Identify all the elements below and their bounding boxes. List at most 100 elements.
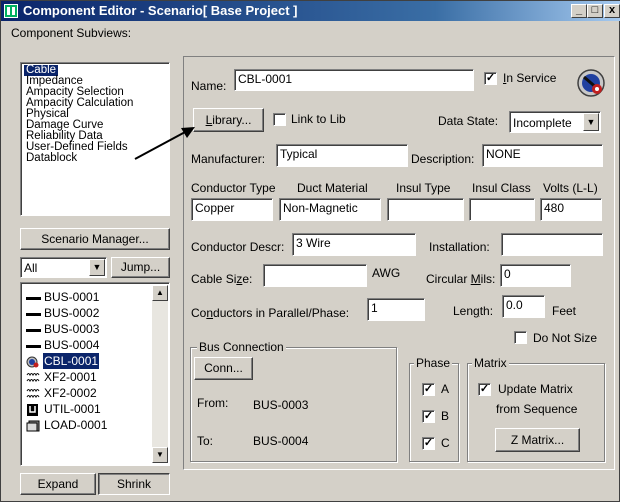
update-matrix-label: Update Matrix [498,382,573,396]
cable-icon [576,68,606,101]
do-not-size-checkbox[interactable] [514,331,527,344]
shrink-button[interactable]: Shrink [98,473,170,495]
duct-material-field[interactable]: Non-Magnetic [279,198,381,221]
tree-item-label: XF2-0002 [44,386,97,400]
phase-b-checkbox[interactable]: ✓ [422,410,435,423]
insul-class-field[interactable] [469,198,535,221]
phase-a-checkbox[interactable]: ✓ [422,383,435,396]
phase-title: Phase [414,356,453,370]
conductors-parallel-field[interactable]: 1 [367,298,425,321]
maximize-button[interactable]: □ [587,4,603,18]
data-state-label: Data State: [438,114,499,128]
phase-b-label: B [441,409,450,423]
expand-button[interactable]: Expand [20,473,96,495]
manufacturer-label: Manufacturer: [191,152,266,166]
tree-item[interactable]: BUS-0003 [21,321,151,337]
from-sequence-label: from Sequence [496,402,578,416]
conductors-parallel-label: Conductors in Parallel/Phase: [191,306,350,320]
tree-item-label: BUS-0004 [44,338,100,352]
conductor-type-label: Conductor Type [191,181,276,195]
tree-item-label: BUS-0003 [44,322,100,336]
in-service-label: In Service [503,71,557,85]
annotation-arrow-icon [134,127,195,160]
z-matrix-button[interactable]: Z Matrix... [495,428,580,452]
from-label: From: [197,396,229,410]
conn-button[interactable]: Conn... [194,357,253,380]
app-icon [4,4,18,18]
phase-c-label: C [441,436,450,450]
filter-value: All [24,261,38,275]
awg-label: AWG [372,266,401,280]
tree-item-label: BUS-0001 [44,290,100,304]
chevron-down-icon[interactable]: ▼ [89,259,105,276]
subviews-label: Component Subviews: [11,26,132,40]
from-value: BUS-0003 [253,398,309,412]
tree-item-label: UTIL-0001 [44,402,101,416]
manufacturer-field[interactable]: Typical [276,144,408,167]
in-service-text: n Service [506,71,557,85]
filter-dropdown[interactable]: All ▼ [20,257,107,278]
data-state-value: Incomplete [513,116,572,130]
tree-item[interactable]: BUS-0001 [21,289,151,305]
tree-item[interactable]: CBL-0001 [21,353,151,369]
length-field[interactable]: 0.0 [502,295,545,318]
cable-size-label: Cable Size: [191,272,253,286]
matrix-title: Matrix [472,356,509,370]
duct-material-label: Duct Material [297,181,368,195]
phase-a-label: A [441,382,450,396]
conductor-descr-field[interactable]: 3 Wire [292,233,416,256]
installation-label: Installation: [429,240,490,254]
tree-item[interactable]: XF2-0001 [21,369,151,385]
library-button[interactable]: Library... [193,108,264,132]
tree-item-label: BUS-0002 [44,306,100,320]
close-button[interactable]: x [604,4,620,18]
chevron-down-icon[interactable]: ▼ [583,113,599,131]
minimize-button[interactable]: _ [571,4,587,18]
volts-field[interactable]: 480 [540,198,602,221]
conductor-descr-label: Conductor Descr: [191,240,285,254]
tree-item[interactable]: LOAD-0001 [21,417,151,433]
insul-class-label: Insul Class [472,181,531,195]
name-label: Name: [191,79,227,93]
tree-item-label: CBL-0001 [43,353,100,369]
installation-field[interactable] [501,233,603,256]
to-label: To: [197,434,214,448]
tree-item-label: LOAD-0001 [44,418,108,432]
feet-label: Feet [552,304,577,318]
scroll-down-icon[interactable]: ▼ [152,447,168,463]
cable-size-field[interactable] [263,264,367,287]
load-icon [26,420,42,436]
name-field[interactable]: CBL-0001 [234,69,474,91]
tree-item-label: XF2-0001 [44,370,97,384]
scroll-up-icon[interactable]: ▲ [152,285,168,301]
title-bar[interactable]: Component Editor - Scenario[ Base Projec… [1,1,620,21]
description-field[interactable]: NONE [482,144,603,167]
data-state-dropdown[interactable]: Incomplete ▼ [509,111,601,133]
component-tree[interactable]: BUS-0001 BUS-0002 BUS-0003 BUS-0004 CBL-0001… [20,282,170,466]
window-title: Component Editor - Scenario[ Base Projec… [23,3,298,18]
tree-scrollbar[interactable]: ▲ ▼ [152,285,168,463]
link-to-lib-label: Link to Lib [291,112,346,126]
volts-label: Volts (L-L) [543,181,598,195]
link-to-lib-checkbox[interactable] [273,113,286,126]
description-label: Description: [411,152,475,166]
scenario-manager-button[interactable]: Scenario Manager... [20,228,170,250]
circular-mils-field[interactable]: 0 [500,264,571,287]
tree-item[interactable]: BUS-0004 [21,337,151,353]
subview-item[interactable]: Datablock [24,152,79,164]
phase-c-checkbox[interactable]: ✓ [422,437,435,450]
to-value: BUS-0004 [253,434,309,448]
jump-button[interactable]: Jump... [111,257,170,278]
in-service-checkbox[interactable]: ✓ [484,72,497,85]
insul-type-label: Insul Type [396,181,451,195]
update-matrix-checkbox[interactable]: ✓ [478,383,491,396]
bus-connection-title: Bus Connection [197,340,286,354]
insul-type-field[interactable] [387,198,464,221]
length-label: Length: [453,304,494,318]
tree-item[interactable]: BUS-0002 [21,305,151,321]
component-editor-window: Component Editor - Scenario[ Base Projec… [0,0,620,502]
tree-item[interactable]: XF2-0002 [21,385,151,401]
conductor-type-field[interactable]: Copper [191,198,273,221]
tree-item[interactable]: UTIL-0001 [21,401,151,417]
circular-mils-label: Circular Mils: [426,272,496,286]
